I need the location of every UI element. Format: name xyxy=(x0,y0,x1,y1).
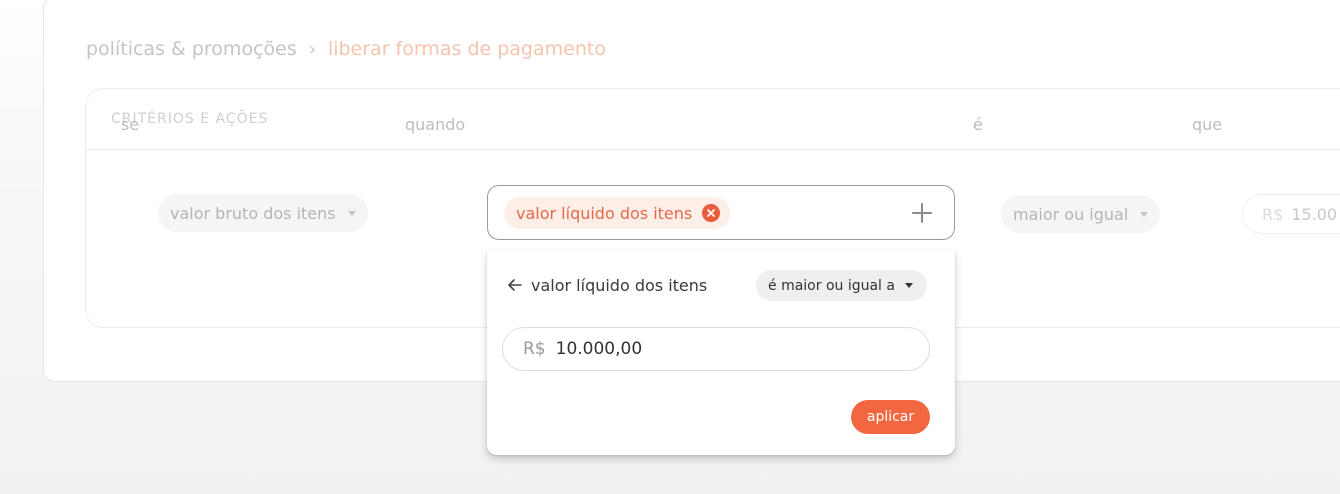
rule-word-is: é xyxy=(973,115,983,134)
section-title: CRITÉRIOS E AÇÕES xyxy=(86,89,1340,150)
plus-icon[interactable] xyxy=(910,201,934,225)
caret-down-icon xyxy=(904,283,913,288)
caret-down-icon xyxy=(347,210,356,216)
apply-button[interactable]: aplicar xyxy=(851,400,930,434)
condition-multiselect[interactable]: valor líquido dos itens xyxy=(487,185,955,240)
value-amount: 15.00 xyxy=(1291,204,1338,224)
selected-chip[interactable]: valor líquido dos itens xyxy=(504,197,731,229)
operator-dropdown[interactable]: é maior ou igual a xyxy=(756,270,927,301)
chevron-right-icon: › xyxy=(308,38,316,60)
back-label: valor líquido dos itens xyxy=(531,275,708,295)
currency-label: R$ xyxy=(523,339,546,359)
operator-select-value: maior ou igual xyxy=(1013,204,1129,224)
amount-value: 10.000,00 xyxy=(555,339,643,359)
back-button[interactable]: valor líquido dos itens xyxy=(507,274,707,296)
amount-input[interactable]: R$ 10.000,00 xyxy=(502,327,930,371)
close-circle-icon[interactable] xyxy=(702,204,721,222)
rule-word-than: que xyxy=(1192,115,1223,134)
field-select-value: valor bruto dos itens xyxy=(170,203,336,223)
caret-down-icon xyxy=(1140,211,1149,217)
condition-popover: valor líquido dos itens é maior ou igual… xyxy=(487,250,955,455)
rule-word-if: se xyxy=(121,115,140,134)
currency-label: R$ xyxy=(1262,204,1284,224)
rule-word-when: quando xyxy=(405,115,466,134)
breadcrumb-parent-link[interactable]: políticas & promoções xyxy=(86,38,297,60)
chip-label: valor líquido dos itens xyxy=(516,203,693,223)
operator-select[interactable]: maior ou igual xyxy=(1001,195,1161,233)
breadcrumb: políticas & promoções › liberar formas d… xyxy=(86,36,606,62)
field-select[interactable]: valor bruto dos itens xyxy=(158,194,368,232)
arrow-left-icon xyxy=(508,279,522,291)
operator-dropdown-value: é maior ou igual a xyxy=(768,277,895,294)
value-input[interactable]: R$ 15.00 xyxy=(1242,194,1340,234)
breadcrumb-current: liberar formas de pagamento xyxy=(327,38,606,60)
